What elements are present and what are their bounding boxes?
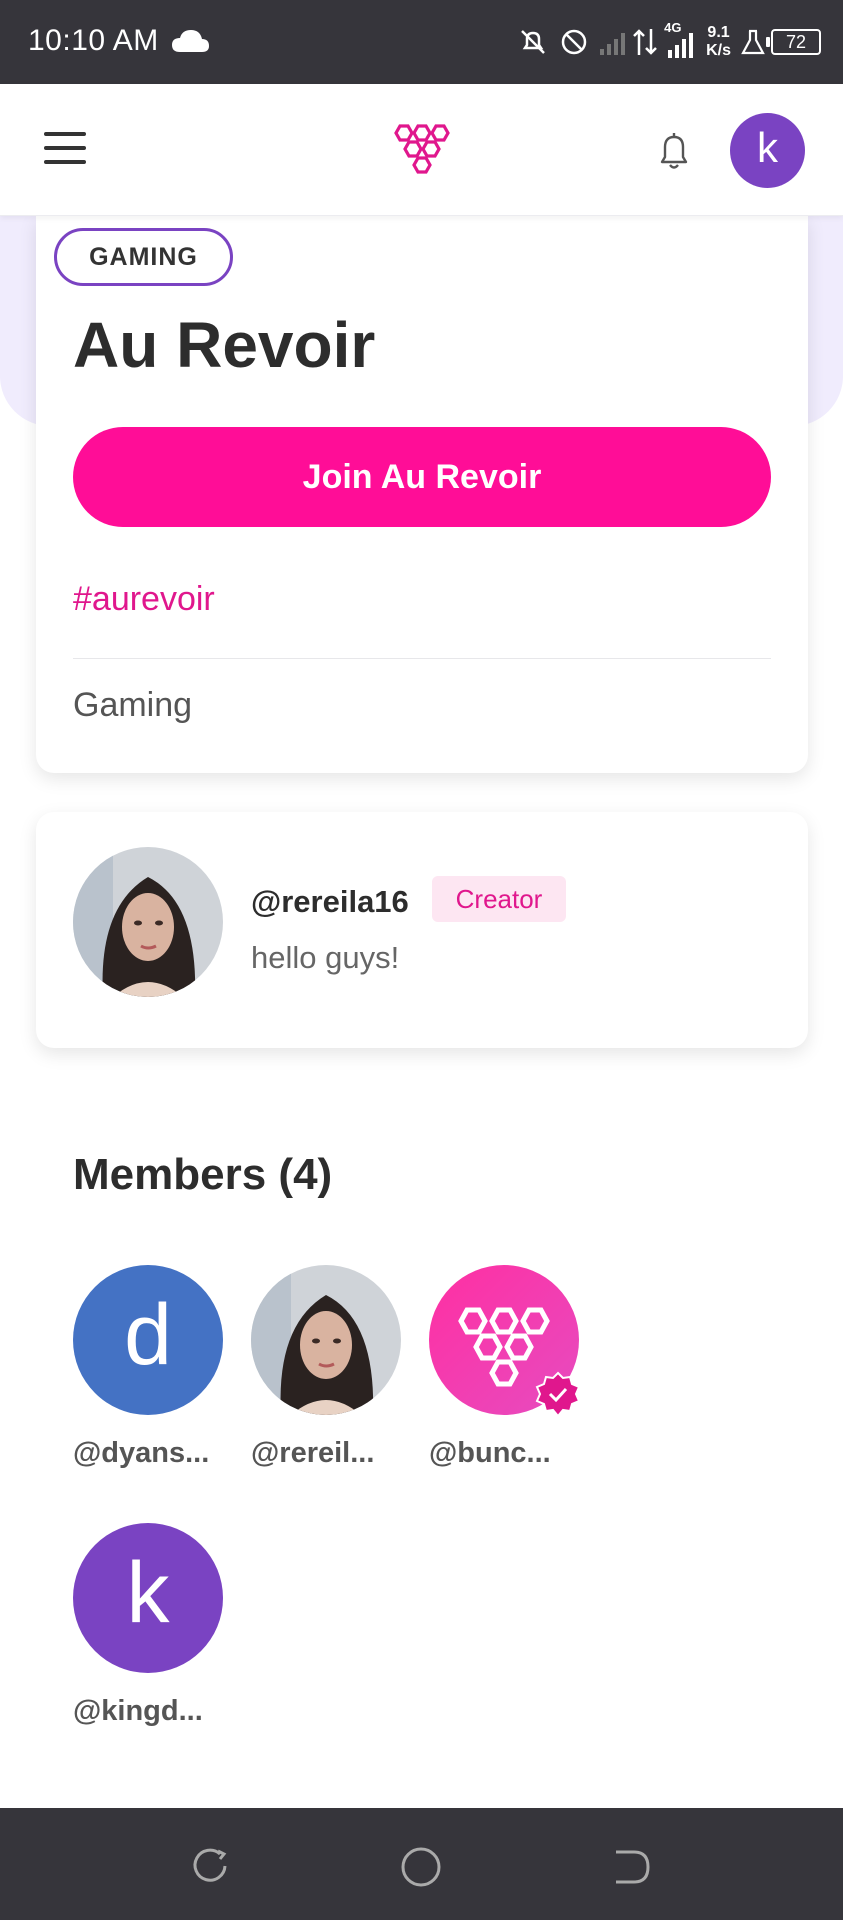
- members-title: Members (4): [73, 1150, 333, 1199]
- join-group-button[interactable]: Join Au Revoir: [73, 427, 771, 527]
- screen: 10:10 AM 4G 9.1 K/s 72 k GAMING Au Revoi…: [0, 0, 843, 1920]
- member-item[interactable]: d @dyans...: [73, 1265, 228, 1470]
- group-hashtag[interactable]: #aurevoir: [73, 580, 215, 619]
- hamburger-menu-icon[interactable]: [44, 132, 86, 168]
- network-speed: 9.1 K/s: [706, 24, 731, 60]
- battery-indicator: 72: [766, 29, 821, 55]
- member-name: @bunc...: [429, 1437, 551, 1469]
- member-item[interactable]: k @kingd...: [73, 1523, 228, 1728]
- user-avatar[interactable]: k: [730, 113, 805, 188]
- group-title: Au Revoir: [73, 309, 376, 381]
- system-nav-bar: [0, 1808, 843, 1920]
- flask-icon: [741, 29, 765, 55]
- honeycomb-logo-icon[interactable]: [391, 122, 453, 180]
- member-item[interactable]: @rereil...: [251, 1265, 406, 1470]
- member-avatar: d: [73, 1265, 223, 1415]
- back-icon[interactable]: [610, 1846, 652, 1888]
- creator-status: hello guys!: [251, 940, 400, 975]
- cloud-icon: [172, 30, 209, 52]
- category-chip[interactable]: GAMING: [54, 228, 233, 286]
- member-name: @rereil...: [251, 1437, 375, 1469]
- data-arrows-icon: [633, 29, 657, 55]
- member-name: @dyans...: [73, 1437, 210, 1469]
- signal-4g-icon: 4G: [662, 20, 698, 60]
- creator-badge: Creator: [432, 876, 566, 922]
- speed-value: 9.1: [707, 24, 730, 41]
- speed-unit: K/s: [706, 42, 731, 59]
- do-not-disturb-icon: [561, 29, 587, 55]
- signal-weak-icon: [600, 33, 626, 55]
- member-name: @kingd...: [73, 1695, 203, 1727]
- verified-badge-icon: [535, 1371, 581, 1418]
- bell-off-icon: [521, 30, 545, 54]
- creator-handle[interactable]: @rereila16: [251, 884, 409, 920]
- group-category: Gaming: [73, 686, 193, 724]
- member-item[interactable]: @bunc...: [429, 1265, 584, 1470]
- divider: [73, 658, 771, 659]
- home-icon[interactable]: [400, 1846, 442, 1888]
- member-avatar: k: [73, 1523, 223, 1673]
- status-time: 10:10 AM: [28, 24, 159, 57]
- status-icons: 4G 9.1 K/s 72: [518, 18, 821, 66]
- creator-avatar[interactable]: [73, 847, 223, 997]
- group-info-card: GAMING Au Revoir Join Au Revoir #aurevoi…: [36, 216, 808, 773]
- app-header: k: [0, 84, 843, 216]
- status-bar: 10:10 AM 4G 9.1 K/s 72: [0, 0, 843, 84]
- member-avatar: [251, 1265, 401, 1415]
- creator-post-card[interactable]: @rereila16 Creator hello guys!: [36, 812, 808, 1048]
- bell-icon[interactable]: [654, 130, 694, 172]
- recent-apps-icon[interactable]: [190, 1846, 232, 1888]
